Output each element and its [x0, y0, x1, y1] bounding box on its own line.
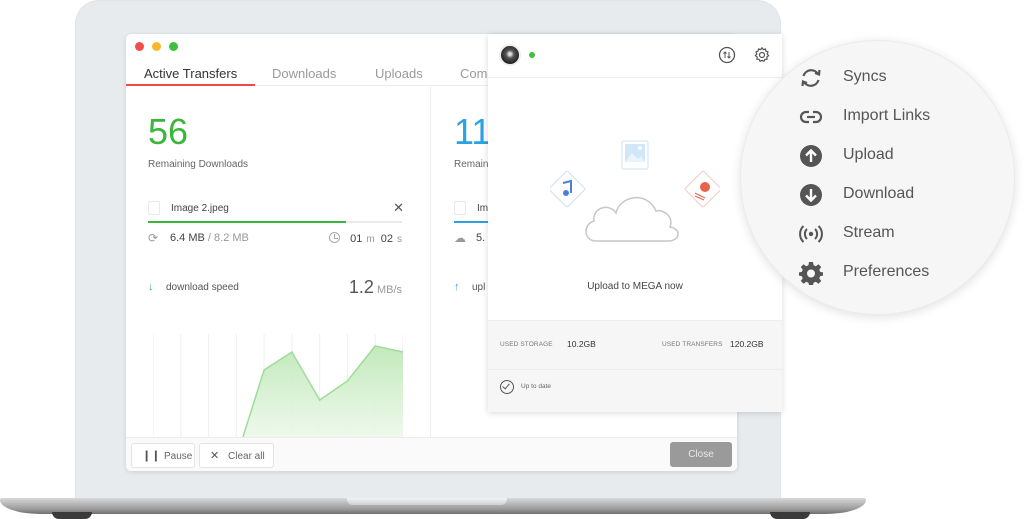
upload-file-icon	[454, 201, 466, 215]
used-storage-label: USED STORAGE	[500, 341, 553, 348]
upload-illustration	[550, 140, 720, 242]
avatar[interactable]	[499, 44, 521, 66]
tab-uploads[interactable]: Uploads	[375, 66, 423, 81]
menu-item-stream[interactable]: Stream	[799, 221, 979, 247]
chart-point	[291, 351, 293, 353]
remaining-uploads-label: Remain	[454, 159, 489, 170]
chart-point	[374, 345, 377, 347]
upload-icon	[800, 145, 822, 167]
time-remaining: 01 m 02 s	[329, 232, 402, 245]
total-size: / 8.2 MB	[207, 232, 249, 244]
check-circle-icon	[500, 380, 514, 394]
menu-item-import-links[interactable]: Import Links	[799, 104, 979, 130]
remaining-uploads-count: 11	[454, 111, 492, 152]
cloud-icon	[585, 196, 679, 242]
transfer-progress-fill	[148, 221, 347, 223]
download-speed-header: ↓ download speed 1.2 MB/s	[148, 277, 402, 299]
speed-number: 1.2	[348, 277, 374, 297]
upload-transferred: 5.	[476, 232, 486, 244]
menu-label-stream: Stream	[843, 224, 895, 241]
pause-button[interactable]: ❙❙ Pause	[131, 443, 195, 468]
seconds-value: 02	[380, 233, 393, 245]
transfer-progress-bar	[148, 221, 402, 223]
pause-icon: ❙❙	[142, 450, 161, 462]
maximize-window-button[interactable]	[169, 42, 178, 51]
clear-all-button[interactable]: ✕ Clear all	[199, 443, 274, 468]
menu-label-syncs: Syncs	[843, 68, 887, 85]
used-transfers-value: 120.2GB	[730, 339, 764, 349]
used-transfers-label: USED TRANSFERS	[662, 341, 723, 348]
clear-all-label: Clear all	[228, 451, 265, 462]
upload-to-mega-link[interactable]: Upload to MEGA now	[488, 281, 782, 292]
laptop-foot-left	[52, 512, 92, 519]
used-storage-value: 10.2GB	[567, 339, 596, 349]
file-name: Image 2.jpeg	[171, 203, 229, 214]
clock-icon	[329, 232, 341, 243]
laptop-notch	[347, 498, 507, 505]
laptop-foot-right	[770, 512, 810, 519]
pause-label: Pause	[164, 451, 193, 462]
menu-item-download[interactable]: Download	[799, 182, 979, 208]
menu-item-syncs[interactable]: Syncs	[799, 65, 979, 91]
menu-label-download: Download	[843, 185, 915, 202]
minimize-window-button[interactable]	[152, 42, 161, 51]
tab-downloads[interactable]: Downloads	[272, 66, 336, 81]
sync-status: Up to date	[521, 383, 551, 390]
stats-divider	[488, 369, 782, 370]
usage-stats: USED STORAGE 10.2GB USED TRANSFERS 120.2…	[488, 320, 782, 412]
window-controls	[135, 42, 178, 51]
cloud-upload-icon: ☁	[454, 231, 466, 245]
chart-point	[318, 399, 321, 401]
close-icon: ✕	[210, 450, 220, 462]
cancel-transfer-icon[interactable]: ✕	[393, 200, 404, 216]
quick-actions-menu: Syncs Import Links Upload Download Strea…	[740, 40, 1015, 315]
chart-point	[346, 380, 349, 382]
remaining-downloads-count: 56	[148, 111, 189, 152]
speed-unit: MB/s	[376, 284, 402, 296]
menu-item-upload[interactable]: Upload	[799, 143, 979, 169]
arrow-down-icon: ↓	[148, 281, 154, 293]
download-speed-label: download speed	[166, 282, 239, 293]
transfer-size: 6.4 MB / 8.2 MB	[170, 232, 249, 244]
popup-header	[488, 34, 782, 78]
menu-label-upload: Upload	[843, 146, 894, 163]
minutes-value: 01	[350, 233, 363, 245]
minutes-unit: m	[366, 234, 375, 245]
online-status-indicator	[529, 52, 535, 58]
tab-completed[interactable]: Com	[460, 66, 487, 81]
active-tab-indicator	[126, 84, 255, 86]
arrow-up-icon: ↑	[454, 281, 460, 293]
tab-active-transfers[interactable]: Active Transfers	[144, 66, 237, 81]
menu-label-import-links: Import Links	[843, 107, 931, 124]
download-speed-value: 1.2 MB/s	[349, 277, 402, 298]
sync-small-icon: ⟳	[148, 231, 159, 245]
download-icon	[800, 184, 822, 206]
upload-speed-label: upl	[472, 282, 486, 293]
mega-popup: Upload to MEGA now USED STORAGE 10.2GB U…	[488, 34, 782, 412]
transfer-item: Image 2.jpeg ✕	[148, 200, 404, 217]
transfers-icon[interactable]	[718, 46, 736, 64]
transferred-size: 6.4 MB	[170, 232, 205, 244]
chart-point	[263, 369, 265, 371]
menu-item-preferences[interactable]: Preferences	[799, 260, 979, 286]
menu-label-preferences: Preferences	[843, 263, 930, 280]
remaining-downloads-label: Remaining Downloads	[148, 159, 249, 170]
upload-file-name: Im	[477, 203, 489, 214]
transfer-details: ⟳ 6.4 MB / 8.2 MB 01 m 02 s	[148, 231, 402, 247]
settings-gear-icon[interactable]	[753, 46, 771, 64]
gear-icon	[799, 262, 823, 285]
close-button[interactable]: Close	[670, 442, 732, 467]
downloads-panel: 56 Remaining Downloads Image 2.jpeg ✕ ⟳ …	[126, 87, 431, 471]
close-window-button[interactable]	[135, 42, 144, 51]
link-icon	[799, 110, 823, 124]
sync-icon	[801, 69, 821, 87]
image-file-icon	[148, 201, 160, 215]
stream-icon	[799, 225, 823, 243]
seconds-unit: s	[397, 234, 402, 245]
window-footer: ❙❙ Pause ✕ Clear all Close	[126, 437, 737, 471]
